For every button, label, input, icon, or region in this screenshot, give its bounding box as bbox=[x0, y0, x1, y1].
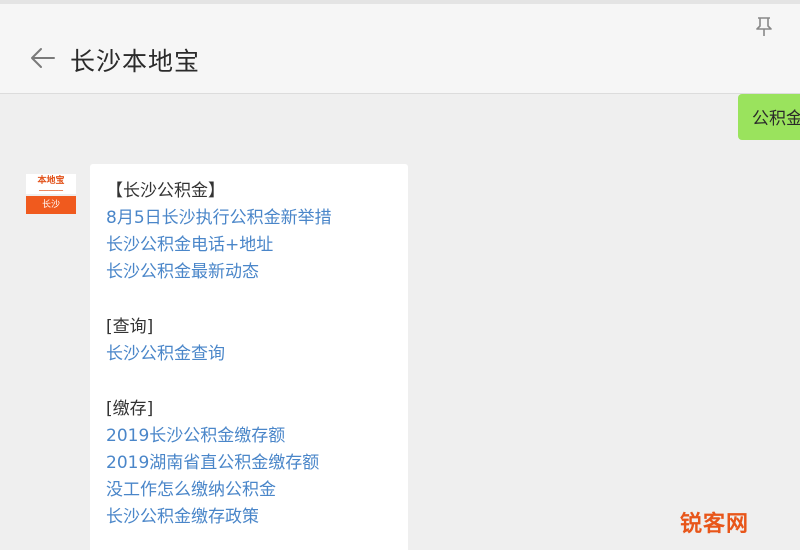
section-heading-query: [查询] bbox=[106, 317, 154, 337]
section-heading-deposit: [缴存] bbox=[106, 399, 154, 419]
pin-icon bbox=[754, 17, 774, 42]
link-unemployed-payment[interactable]: 没工作怎么缴纳公积金 bbox=[106, 477, 408, 504]
link-2019-deposit-amount[interactable]: 2019长沙公积金缴存额 bbox=[106, 423, 408, 450]
user-message-text: 公积金 bbox=[752, 109, 800, 129]
link-2019-hunan-deposit[interactable]: 2019湖南省直公积金缴存额 bbox=[106, 450, 408, 477]
section-heading-fund: 【长沙公积金】 bbox=[106, 181, 225, 201]
link-deposit-policy[interactable]: 长沙公积金缴存政策 bbox=[106, 504, 408, 531]
back-button[interactable] bbox=[28, 46, 58, 70]
watermark: 锐客网 bbox=[680, 512, 750, 537]
chat-header: 长沙本地宝 bbox=[0, 4, 800, 94]
avatar-brand-text: 本地宝 bbox=[37, 176, 65, 186]
link-new-measures[interactable]: 8月5日长沙执行公积金新举措 bbox=[106, 205, 408, 232]
avatar-subline: ━━━━━━━━━━ bbox=[38, 188, 64, 193]
avatar[interactable]: 本地宝 ━━━━━━━━━━ 长沙 bbox=[26, 174, 76, 216]
chat-title: 长沙本地宝 bbox=[70, 47, 201, 76]
link-latest-news[interactable]: 长沙公积金最新动态 bbox=[106, 259, 408, 286]
link-phone-address[interactable]: 长沙公积金电话+地址 bbox=[106, 232, 408, 259]
avatar-brand: 本地宝 ━━━━━━━━━━ bbox=[26, 174, 76, 194]
user-message-bubble: 公积金 bbox=[738, 94, 800, 140]
avatar-city: 长沙 bbox=[26, 196, 76, 214]
link-fund-query[interactable]: 长沙公积金查询 bbox=[106, 341, 408, 368]
back-arrow-icon bbox=[28, 46, 58, 70]
pin-button[interactable] bbox=[754, 16, 774, 38]
reply-message-bubble: 【长沙公积金】 8月5日长沙执行公积金新举措 长沙公积金电话+地址 长沙公积金最… bbox=[90, 164, 408, 550]
